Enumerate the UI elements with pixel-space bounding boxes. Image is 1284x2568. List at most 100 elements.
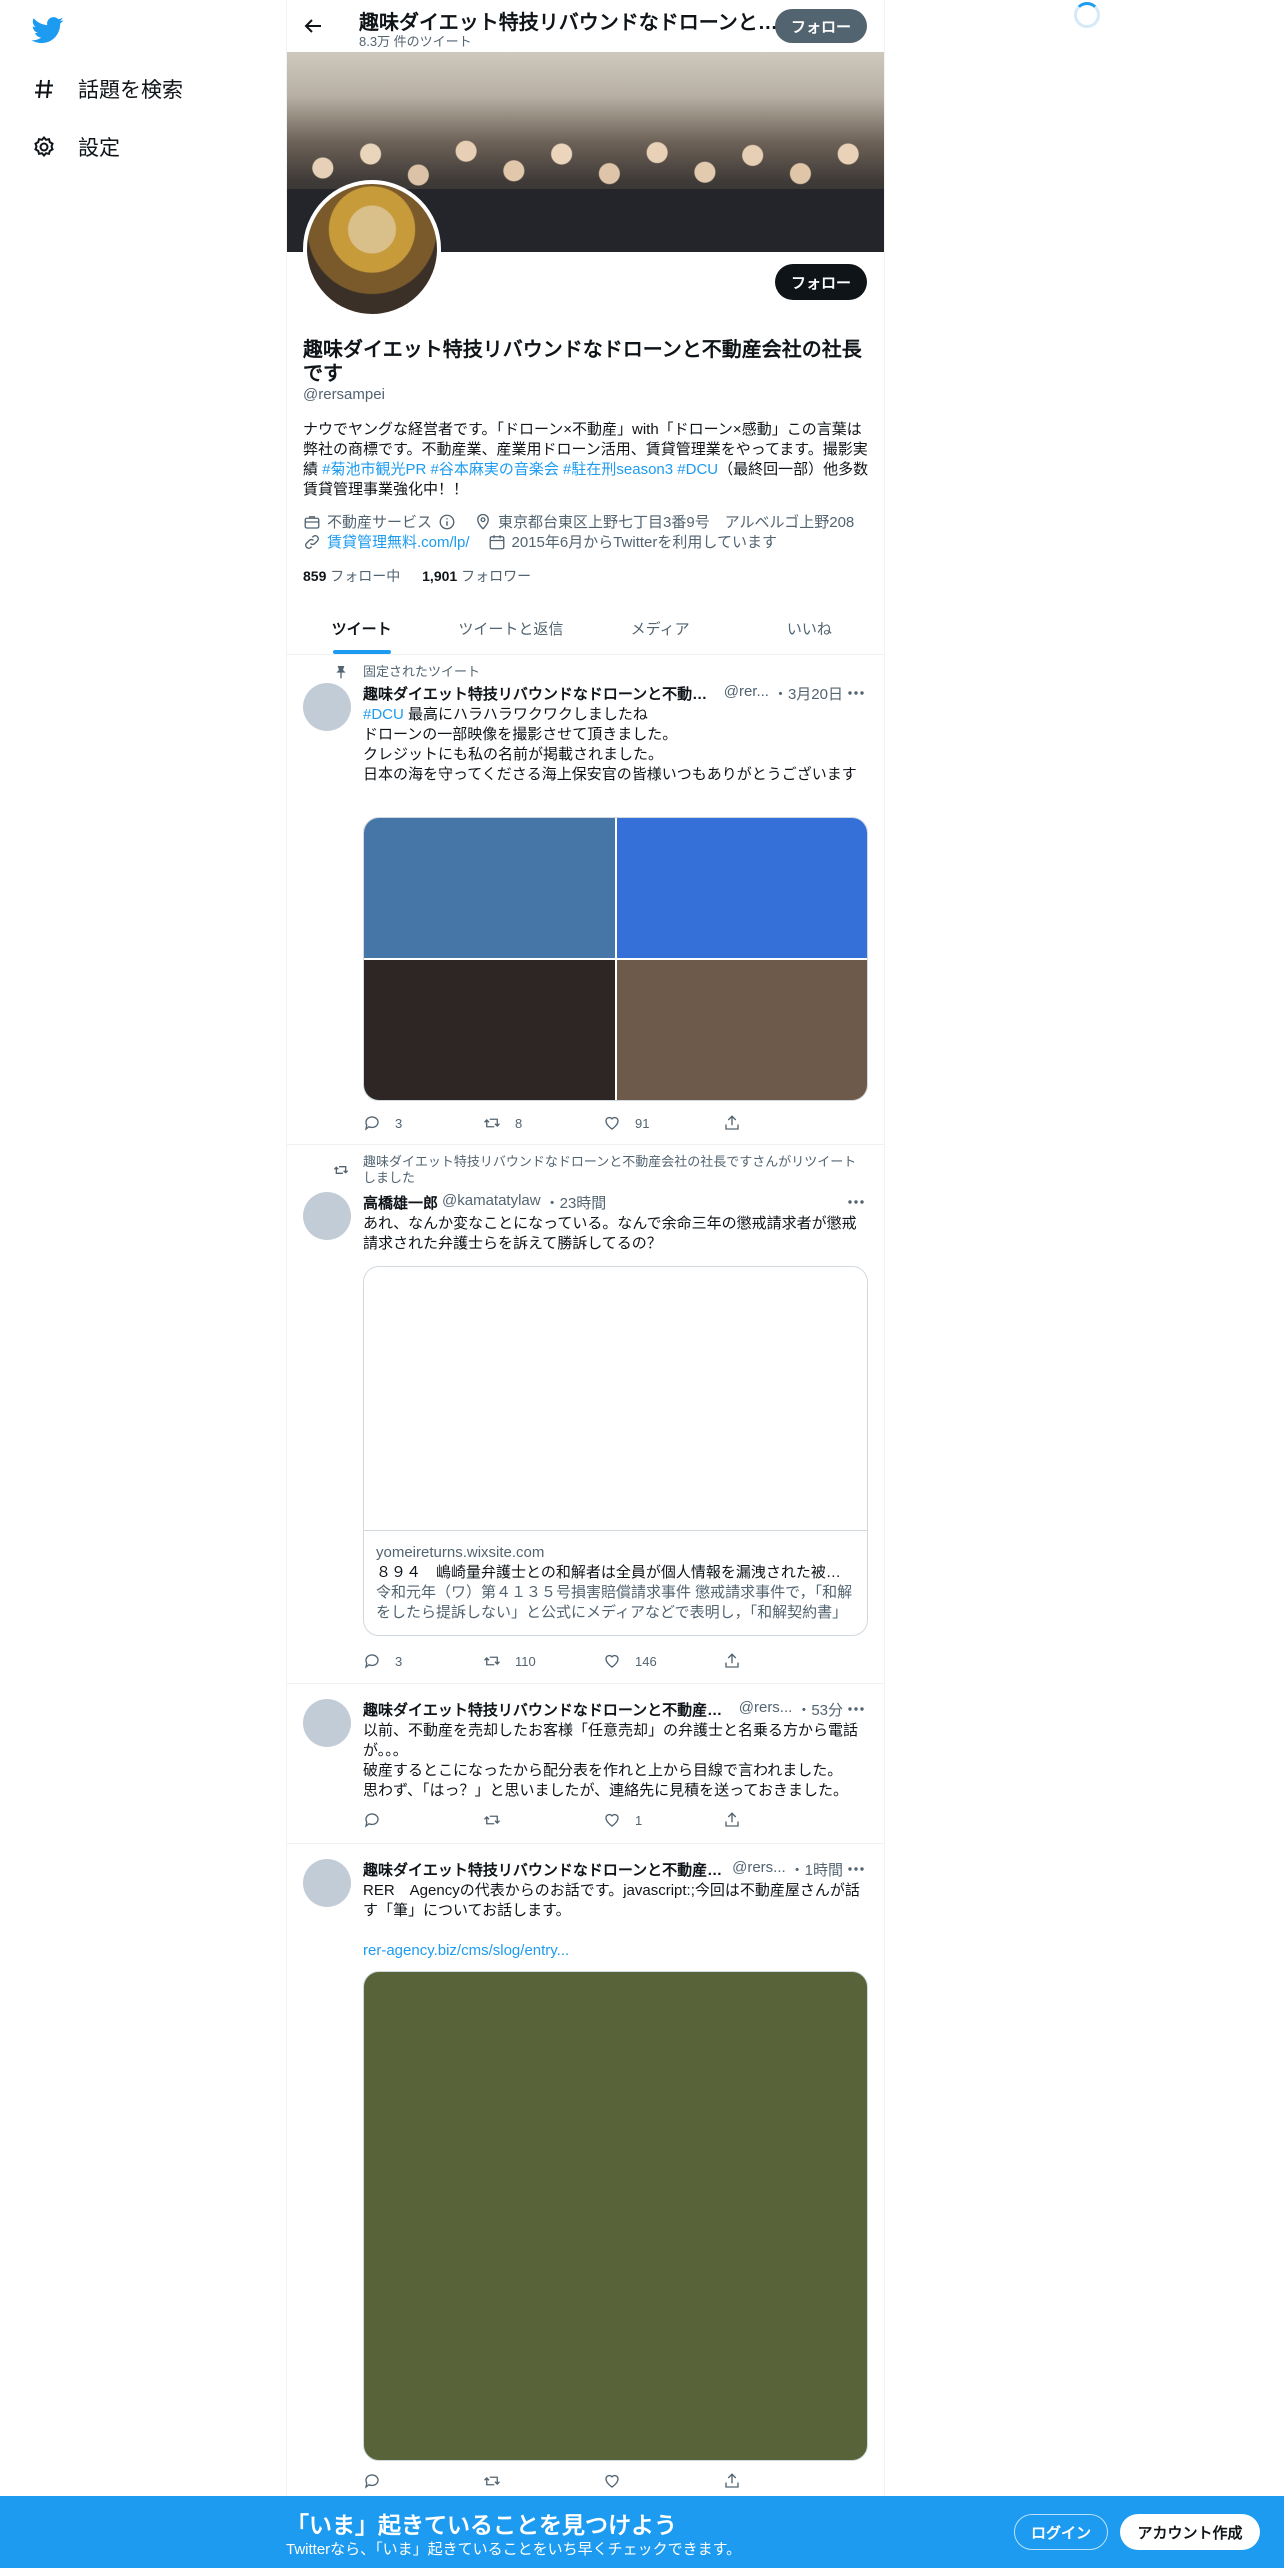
profile-joined-date: 2015年6月からTwitterを利用しています bbox=[511, 534, 777, 551]
back-arrow-icon[interactable] bbox=[301, 14, 325, 38]
tweet-text: #DCU 最高にハラハラワクワクしましたね ドローンの一部映像を撮影させて頂きま… bbox=[363, 706, 857, 783]
tab-tweets-and-replies[interactable]: ツイートと返信 bbox=[436, 602, 585, 654]
signup-button[interactable]: アカウント作成 bbox=[1120, 2514, 1260, 2550]
link-card[interactable]: yomeireturns.wixsite.com ８９４ 嶋崎量弁護士との和解者… bbox=[363, 1266, 868, 1636]
reply-button[interactable] bbox=[363, 2472, 423, 2490]
share-button[interactable] bbox=[723, 2472, 783, 2490]
followers-link[interactable]: 1,901 フォロワー bbox=[422, 568, 531, 584]
tweet-timestamp[interactable]: ・3月20日 bbox=[773, 683, 843, 704]
nav-explore[interactable]: 話題を検索 bbox=[32, 74, 183, 104]
retweet-icon bbox=[484, 1815, 500, 1825]
nav-explore-label: 話題を検索 bbox=[78, 79, 183, 102]
more-options-icon[interactable] bbox=[845, 1700, 867, 1718]
tweet-author-handle[interactable]: @rer... bbox=[724, 683, 769, 704]
bio-hashtag[interactable]: #DCU bbox=[677, 461, 718, 478]
share-icon bbox=[725, 2473, 739, 2488]
tweet-count: 8.3万 件のツイート bbox=[359, 34, 472, 49]
reply-icon bbox=[364, 2474, 379, 2489]
reply-button[interactable]: 3 bbox=[363, 1652, 423, 1670]
tab-tweets[interactable]: ツイート bbox=[287, 602, 436, 654]
tweet[interactable]: 固定されたツイート 趣味ダイエット特技リバウンドなドローンと不動産会社の社長です… bbox=[287, 655, 884, 1145]
tweet-timestamp[interactable]: ・53分 bbox=[796, 1699, 843, 1720]
tweet-text: RER Agencyの代表からのお話です。javascript:;今回は不動産屋… bbox=[363, 1882, 860, 1919]
tweet-photo[interactable] bbox=[363, 1971, 868, 2461]
share-button[interactable] bbox=[723, 1114, 783, 1132]
tweet[interactable]: 趣味ダイエット特技リバウンドなドローンと不動産会社の社長ですさんがリツイートしま… bbox=[287, 1146, 884, 1684]
tweet-author-handle[interactable]: @kamatatylaw bbox=[442, 1192, 541, 1213]
share-button[interactable] bbox=[723, 1811, 783, 1829]
reply-button[interactable] bbox=[363, 1811, 423, 1829]
login-button[interactable]: ログイン bbox=[1014, 2514, 1108, 2550]
tweet-author-name[interactable]: 高橋雄一郎 bbox=[363, 1192, 438, 1213]
avatar[interactable] bbox=[303, 1192, 351, 1240]
tweet-timestamp[interactable]: ・1時間 bbox=[790, 1859, 843, 1880]
like-button[interactable]: 1 bbox=[603, 1811, 663, 1829]
gear-icon bbox=[34, 135, 54, 158]
tweet-link[interactable]: rer-agency.biz/cms/slog/entry... bbox=[363, 1941, 868, 1961]
retweet-button[interactable] bbox=[483, 1811, 543, 1829]
signup-banner-subtitle: Twitterなら、「いま」起きていることをいち早くチェックできます。 bbox=[286, 2541, 742, 2558]
loading-spinner-icon bbox=[1074, 2, 1100, 28]
tweet-author-name[interactable]: 趣味ダイエット特技リバウンドなドローンと不動産会社の社長です bbox=[363, 683, 720, 704]
share-button[interactable] bbox=[723, 1652, 783, 1670]
more-options-icon[interactable] bbox=[845, 1193, 867, 1211]
tweet-timestamp[interactable]: ・23時間 bbox=[545, 1192, 607, 1213]
tweet-hashtag[interactable]: #DCU bbox=[363, 706, 404, 723]
retweet-button[interactable]: 8 bbox=[483, 1114, 543, 1132]
profile-follow-button[interactable]: フォロー bbox=[775, 264, 867, 300]
tweet-photo[interactable] bbox=[616, 960, 867, 1100]
heart-icon bbox=[605, 1654, 619, 1668]
profile-avatar[interactable] bbox=[303, 180, 441, 318]
like-button[interactable] bbox=[603, 2472, 663, 2490]
avatar[interactable] bbox=[303, 1859, 351, 1907]
profile-website-link[interactable]: 賃貸管理無料.com/lp/ bbox=[327, 531, 470, 552]
reply-button[interactable]: 3 bbox=[363, 1114, 423, 1132]
retweet-button[interactable]: 110 bbox=[483, 1652, 543, 1670]
hashtag-icon bbox=[35, 79, 53, 99]
briefcase-icon bbox=[304, 515, 320, 529]
profile-handle: @rersampei bbox=[303, 386, 385, 403]
more-options-icon[interactable] bbox=[845, 1860, 867, 1878]
tweet-photo[interactable] bbox=[364, 818, 615, 958]
tweet-header: 趣味ダイエット特技リバウンドなドローンと不動産会社の社長です @rers... … bbox=[363, 1699, 843, 1720]
bio-hashtag[interactable]: #駐在刑season3 bbox=[563, 461, 673, 478]
retweet-button[interactable] bbox=[483, 2472, 543, 2490]
profile-tabs: ツイート ツイートと返信 メディア いいね bbox=[287, 602, 884, 655]
tweet-author-handle[interactable]: @rers... bbox=[739, 1699, 793, 1720]
link-card-title: ８９４ 嶋崎量弁護士との和解者は全員が個人情報を漏洩された被害者である bbox=[376, 1564, 855, 1581]
info-icon[interactable] bbox=[438, 513, 456, 531]
retweet-icon bbox=[484, 1656, 500, 1666]
profile-name: 趣味ダイエット特技リバウンドなドローンと不動産会社の社長です bbox=[303, 339, 862, 385]
profile-location: 東京都台東区上野七丁目3番9号 アルベルゴ上野208 bbox=[498, 514, 855, 531]
retweet-icon bbox=[484, 1118, 500, 1128]
tweet-photo[interactable] bbox=[616, 818, 867, 958]
header-follow-button[interactable]: フォロー bbox=[775, 9, 867, 43]
avatar[interactable] bbox=[303, 1699, 351, 1747]
tweet-author-handle[interactable]: @rers... bbox=[732, 1859, 786, 1880]
avatar[interactable] bbox=[303, 683, 351, 731]
heart-icon bbox=[605, 1813, 619, 1827]
twitter-bird-icon[interactable] bbox=[32, 14, 64, 46]
tweet[interactable]: 趣味ダイエット特技リバウンドなドローンと不動産会社の社長です @rers... … bbox=[287, 1685, 884, 1844]
bio-hashtag[interactable]: #菊池市観光PR bbox=[322, 461, 426, 478]
profile-meta-row: 不動産サービス 東京都台東区上野七丁目3番9号 アルベルゴ上野208 bbox=[303, 511, 869, 532]
like-button[interactable]: 146 bbox=[603, 1652, 663, 1670]
retweet-icon bbox=[484, 2476, 500, 2486]
tweet-actions bbox=[363, 2472, 783, 2490]
nav-settings-label: 設定 bbox=[78, 137, 120, 160]
tweet-author-name[interactable]: 趣味ダイエット特技リバウンドなドローンと不動産会社の社長です bbox=[363, 1699, 735, 1720]
following-link[interactable]: 859 フォロー中 bbox=[303, 568, 400, 584]
tab-likes[interactable]: いいね bbox=[735, 602, 884, 654]
reply-icon bbox=[364, 1813, 379, 1828]
link-card-description: 令和元年（ワ）第４１３５号損害賠償請求事件 懲戒請求事件で，「和解をしたら提訴し… bbox=[376, 1584, 853, 1621]
retweeted-by-label[interactable]: 趣味ダイエット特技リバウンドなドローンと不動産会社の社長ですさんがリツイートしま… bbox=[363, 1154, 868, 1186]
tweet[interactable]: 趣味ダイエット特技リバウンドなドローンと不動産会社の社長です @rers... … bbox=[287, 1845, 884, 2496]
tweet-photo[interactable] bbox=[364, 960, 615, 1100]
bio-hashtag[interactable]: #谷本麻実の音楽会 bbox=[431, 461, 559, 478]
nav-settings[interactable]: 設定 bbox=[32, 132, 120, 162]
like-button[interactable]: 91 bbox=[603, 1114, 663, 1132]
tweet-author-name[interactable]: 趣味ダイエット特技リバウンドなドローンと不動産会社の社長です bbox=[363, 1859, 728, 1880]
more-options-icon[interactable] bbox=[845, 684, 867, 702]
tab-media[interactable]: メディア bbox=[586, 602, 735, 654]
link-icon bbox=[305, 534, 319, 549]
